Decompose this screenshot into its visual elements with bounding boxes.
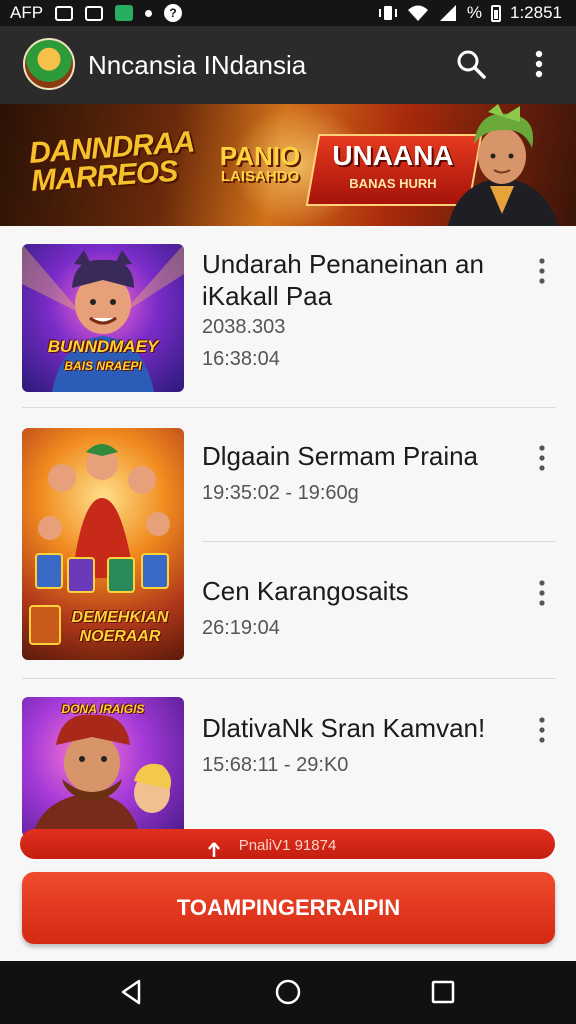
signal-icon — [439, 5, 456, 21]
shield-notification-icon: ? — [164, 4, 183, 22]
clock: 1:2851 — [510, 3, 562, 22]
status-bar: AFP ? % 1:2851 — [0, 0, 576, 26]
scroll-to-top-bar[interactable]: PnaliV1 91874 — [20, 829, 555, 859]
banner-center-sub: LAISAHDO — [220, 168, 300, 185]
vibrate-icon — [378, 6, 397, 20]
item-time-range: 19:35:02 - 19:60g — [202, 482, 359, 504]
list-divider — [22, 678, 556, 679]
item-time: 26:19:04 — [202, 617, 280, 639]
system-nav-bar — [0, 961, 576, 1024]
thumbnail-subtitle: BAIS NRAEPI — [64, 359, 142, 373]
thumbnail-title: DONA IRAIGIS — [61, 702, 145, 716]
item-thumbnail[interactable]: BUNNDMAEY BAIS NRAEPI — [22, 244, 184, 392]
thumbnail-title: DEMEHKIAN NOERAAR — [71, 609, 169, 645]
item-title[interactable]: DlativaNk Sran Kamvan! — [202, 712, 532, 744]
game-avatar-logo — [23, 38, 75, 90]
item-title[interactable]: Undarah Penaneinan an iKakall Paa — [202, 248, 502, 312]
carrier-label: AFP — [10, 3, 44, 22]
list-divider — [202, 541, 556, 542]
item-overflow-icon[interactable] — [532, 443, 552, 473]
chat-notification-icon — [115, 5, 134, 21]
signal-percent: % — [466, 3, 482, 22]
image-notification-icon — [85, 5, 104, 21]
banner-center-text: PANIO LAISAHDO — [212, 141, 308, 186]
thumbnail-title: BUNNDMAEY — [47, 337, 159, 356]
pill-label: PnaliV1 91874 — [238, 837, 337, 854]
item-overflow-icon[interactable] — [532, 578, 552, 608]
item-thumbnail[interactable]: DEMEHKIAN NOERAAR — [22, 428, 184, 660]
more-vert-icon[interactable] — [521, 46, 557, 82]
item-title[interactable]: Cen Karangosaits — [202, 575, 522, 607]
item-time: 16:38:04 — [202, 348, 280, 370]
home-icon[interactable] — [273, 977, 303, 1007]
search-icon[interactable] — [453, 46, 489, 82]
battery-icon — [491, 4, 501, 22]
banner-center-title: PANIO — [219, 141, 301, 171]
recents-icon[interactable] — [428, 977, 458, 1007]
app-bar: Nncansia INdansia — [0, 26, 576, 104]
back-icon[interactable] — [117, 977, 147, 1007]
app-title: Nncansia INdansia — [88, 50, 307, 80]
item-overflow-icon[interactable] — [532, 715, 552, 745]
primary-action-button[interactable]: TOAMPINGERRAIPIN — [22, 872, 555, 944]
promo-banner[interactable]: DANNDRAA MARREOS PANIO LAISAHDO UNAANA B… — [0, 104, 576, 226]
pirate-character-art — [32, 714, 171, 837]
item-date: 2038.303 — [202, 316, 286, 338]
item-time-range: 15:68:11 - 29:K0 — [202, 754, 349, 776]
hero-character-image — [448, 104, 558, 226]
item-thumbnail[interactable]: DONA IRAIGIS — [22, 697, 184, 837]
banner-logo-text: DANNDRAA MARREOS — [28, 125, 195, 198]
wifi-icon — [407, 5, 428, 21]
item-title[interactable]: Dlgaain Sermam Praina — [202, 440, 522, 472]
list-divider — [22, 407, 556, 408]
dot-notification-icon — [145, 9, 153, 17]
item-overflow-icon[interactable] — [532, 256, 552, 286]
gallery-notification-icon — [55, 5, 74, 21]
